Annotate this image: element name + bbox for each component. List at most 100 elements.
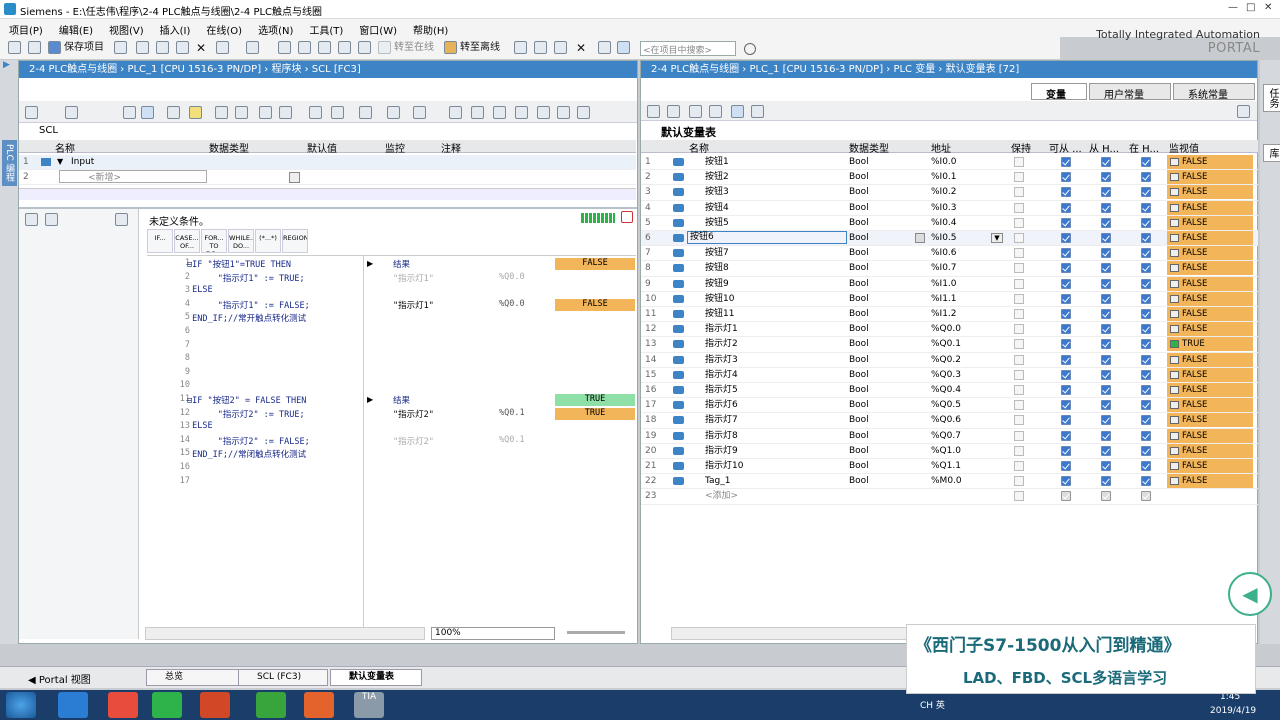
maximize-icon[interactable]: □ [1246,2,1255,13]
retain-checkbox[interactable] [1014,476,1024,487]
retain-checkbox[interactable] [1014,157,1024,167]
tag-address[interactable]: %Q0.7 [931,429,961,443]
tab-system-constants[interactable]: 系统常量 [1173,83,1255,101]
tag-row[interactable]: 15 指示灯4 Bool %Q0.3 FALSE [641,367,1258,383]
retain-checkbox[interactable] [1014,461,1024,471]
compile-icon[interactable] [278,41,291,54]
keyword-button[interactable]: (*...*) [255,229,281,253]
tag-name[interactable]: 按钮6 [687,231,847,244]
visible-checkbox[interactable] [1141,187,1151,198]
tag-datatype[interactable]: Bool [849,307,869,321]
tag-name[interactable]: 按钮11 [705,307,734,321]
tag-row[interactable]: 18 指示灯7 Bool %Q0.6 FALSE [641,413,1258,429]
zoom-slider[interactable] [567,631,625,634]
delete-icon[interactable]: ✕ [196,40,206,56]
retain-checkbox[interactable] [1014,339,1024,350]
tag-datatype[interactable]: Bool [849,170,869,184]
step-icon[interactable] [471,106,484,119]
tag-row[interactable]: 10 按钮10 Bool %I1.1 FALSE [641,291,1258,307]
tag-row[interactable]: 22 Tag_1 Bool %M0.0 FALSE [641,474,1258,490]
writable-checkbox[interactable] [1101,430,1111,441]
tag-datatype[interactable]: Bool [849,155,869,169]
writable-checkbox[interactable] [1101,202,1111,213]
code-line[interactable]: "指示灯1" := FALSE; [187,299,310,311]
tag-name[interactable]: 指示灯2 [705,337,738,351]
menu-item[interactable]: 窗口(W) [350,19,404,37]
address-dropdown-icon[interactable]: ▼ [991,233,1003,243]
tag-datatype[interactable]: Bool [849,459,869,473]
writable-checkbox[interactable] [1101,217,1111,228]
tag-row[interactable]: 23 <添加> [641,489,1258,505]
tag-address[interactable]: %Q0.4 [931,383,961,397]
visible-checkbox[interactable] [1141,476,1151,487]
tag-row[interactable]: 5 按钮5 Bool %I0.4 FALSE [641,215,1258,231]
tag-name[interactable]: 按钮3 [705,185,729,199]
monitor-all-icon[interactable] [731,105,744,118]
upload-icon[interactable] [318,41,331,54]
tag-datatype[interactable]: Bool [849,474,869,488]
visible-checkbox[interactable] [1141,491,1151,502]
snapshot-icon[interactable] [259,106,272,119]
tag-row[interactable]: 14 指示灯3 Bool %Q0.2 FALSE [641,352,1258,368]
code-line[interactable]: ELSE [187,421,212,431]
export-icon[interactable] [689,105,702,118]
download-block-icon[interactable] [279,106,292,119]
absolute-address-icon[interactable] [167,106,180,119]
code-line[interactable]: ⊟IF "按钮2" = FALSE THEN [187,394,306,406]
menu-item[interactable]: 在线(O) [197,19,249,37]
h-scrollbar[interactable] [19,188,636,200]
tag-name[interactable]: Tag_1 [705,474,730,488]
go-offline-icon[interactable] [444,41,457,54]
close-project-icon[interactable]: ✕ [576,40,586,56]
visible-checkbox[interactable] [1141,369,1151,380]
tag-address[interactable]: %Q0.0 [931,322,961,336]
save-project-button[interactable]: 保存项目 [64,40,104,56]
accessible-checkbox[interactable] [1061,430,1071,441]
retain-checkbox[interactable] [1014,233,1024,243]
tag-name[interactable]: 指示灯3 [705,353,738,367]
structure-view-icon[interactable] [25,213,38,226]
retain-checkbox[interactable] [1014,309,1024,319]
expand-result-icon[interactable]: ▶ [367,259,373,268]
tag-name[interactable]: 指示灯9 [705,444,738,458]
accessible-checkbox[interactable] [1061,293,1071,304]
tag-address[interactable]: %I1.1 [931,292,957,306]
filter-icon[interactable] [751,105,764,118]
tag-name[interactable]: 按钮4 [705,201,729,215]
tag-address[interactable]: %I0.3 [931,201,957,215]
collapse-left-icon[interactable]: ▶ [3,60,10,70]
visible-checkbox[interactable] [1141,461,1151,471]
visible-checkbox[interactable] [1141,278,1151,289]
retain-checkbox[interactable] [1014,430,1024,441]
accessible-checkbox[interactable] [1061,278,1071,289]
tag-name[interactable]: 按钮10 [705,292,734,306]
writable-checkbox[interactable] [1101,491,1111,502]
retain-checkbox[interactable] [1014,445,1024,456]
tag-address[interactable]: %Q0.1 [931,337,961,351]
split-vertical-icon[interactable] [617,41,630,54]
tag-row[interactable]: 9 按钮9 Bool %I1.0 FALSE [641,276,1258,292]
copy-icon[interactable] [156,41,169,54]
start-cpu-icon[interactable] [534,41,547,54]
writable-checkbox[interactable] [1101,293,1111,304]
print-icon[interactable] [114,41,127,54]
tag-datatype[interactable]: Bool [849,185,869,199]
code-line[interactable]: ⊟IF "按钮1"=TRUE THEN [187,258,291,270]
tag-name[interactable]: 指示灯7 [705,413,738,427]
goto-error-icon[interactable] [235,106,248,119]
retain-checkbox[interactable] [1014,354,1024,365]
tag-address[interactable]: %I0.2 [931,185,957,199]
visible-checkbox[interactable] [1141,248,1151,259]
tag-row[interactable]: 12 指示灯1 Bool %Q0.0 FALSE [641,322,1258,338]
expand-icon[interactable] [331,106,344,119]
insert-network-icon[interactable] [65,106,78,119]
tag-datatype[interactable]: Bool [849,201,869,215]
tag-datatype[interactable]: Bool [849,413,869,427]
tag-address[interactable]: %I0.0 [931,155,957,169]
task-card-library[interactable]: 库 [1263,144,1280,162]
keyword-button[interactable]: CASE... OF... [174,229,200,253]
tag-address[interactable]: %I0.6 [931,246,957,260]
accessible-checkbox[interactable] [1061,339,1071,350]
tag-row[interactable]: 19 指示灯8 Bool %Q0.7 FALSE [641,428,1258,444]
monitor-on-off-icon[interactable] [189,106,202,119]
